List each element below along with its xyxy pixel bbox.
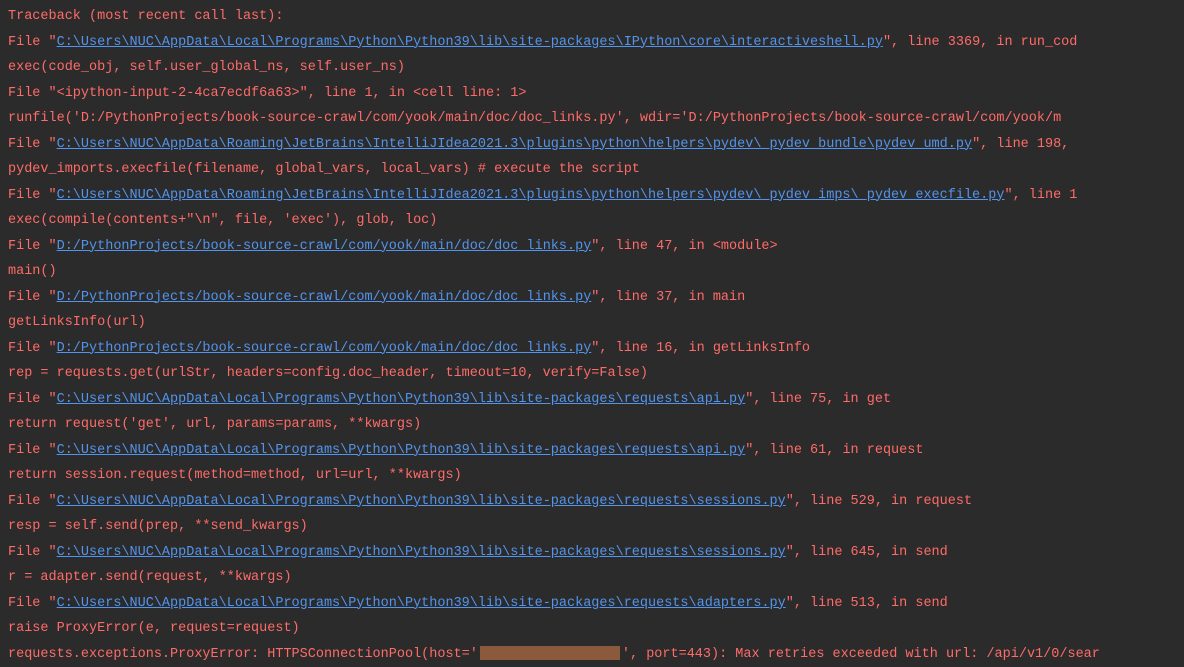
file-prefix: File " [8,137,57,152]
file-suffix: ", line 645, in send [786,545,948,560]
traceback-frame-code: main() [8,259,1176,285]
traceback-frame-file: File "C:\Users\NUC\AppData\Local\Program… [8,591,1176,617]
file-suffix: ", line 16, in getLinksInfo [591,341,810,356]
file-suffix: ", line 3369, in run_cod [883,35,1077,50]
file-prefix: File " [8,443,57,458]
traceback-container: Traceback (most recent call last): File … [8,4,1176,667]
traceback-frame-file: File "C:\Users\NUC\AppData\Local\Program… [8,387,1176,413]
file-path-link[interactable]: C:\Users\NUC\AppData\Local\Programs\Pyth… [57,443,746,458]
traceback-frame-file: File "C:\Users\NUC\AppData\Local\Program… [8,489,1176,515]
traceback-frame-file: File "C:\Users\NUC\AppData\Local\Program… [8,438,1176,464]
file-path-link[interactable]: C:\Users\NUC\AppData\Roaming\JetBrains\I… [57,137,972,152]
file-prefix: File " [8,494,57,509]
traceback-frame-file: File "C:\Users\NUC\AppData\Roaming\JetBr… [8,132,1176,158]
file-suffix: ", line 75, in get [745,392,891,407]
traceback-frame-code: rep = requests.get(urlStr, headers=confi… [8,361,1176,387]
file-suffix: ", line 513, in send [786,596,948,611]
file-path-link[interactable]: D:/PythonProjects/book-source-crawl/com/… [57,341,592,356]
file-path-link[interactable]: C:\Users\NUC\AppData\Local\Programs\Pyth… [57,392,746,407]
file-suffix: ", line 47, in <module> [591,239,777,254]
file-suffix: ", line 198, [972,137,1069,152]
file-prefix: File " [8,392,57,407]
traceback-frame-file: File "D:/PythonProjects/book-source-craw… [8,234,1176,260]
traceback-frame-code: exec(compile(contents+"\n", file, 'exec'… [8,208,1176,234]
file-suffix: ", line 37, in main [591,290,745,305]
file-path-link[interactable]: C:\Users\NUC\AppData\Local\Programs\Pyth… [57,596,786,611]
file-prefix: File " [8,545,57,560]
file-path-link[interactable]: D:/PythonProjects/book-source-crawl/com/… [57,239,592,254]
traceback-frame-code: raise ProxyError(e, request=request) [8,616,1176,642]
traceback-frame-file: File "<ipython-input-2-4ca7ecdf6a63>", l… [8,81,1176,107]
traceback-frame-code: exec(code_obj, self.user_global_ns, self… [8,55,1176,81]
file-suffix: ", line 529, in request [786,494,972,509]
traceback-frame-code: return request('get', url, params=params… [8,412,1176,438]
traceback-frame-file: File "C:\Users\NUC\AppData\Roaming\JetBr… [8,183,1176,209]
file-path-link[interactable]: C:\Users\NUC\AppData\Roaming\JetBrains\I… [57,188,1005,203]
traceback-frame-file: File "C:\Users\NUC\AppData\Local\Program… [8,540,1176,566]
file-prefix: File " [8,35,57,50]
file-path-link[interactable]: D:/PythonProjects/book-source-crawl/com/… [57,290,592,305]
traceback-header: Traceback (most recent call last): [8,4,1176,30]
traceback-frame-file: File "D:/PythonProjects/book-source-craw… [8,285,1176,311]
file-path-link[interactable]: C:\Users\NUC\AppData\Local\Programs\Pyth… [57,494,786,509]
file-path-link[interactable]: C:\Users\NUC\AppData\Local\Programs\Pyth… [57,35,883,50]
exception-line: requests.exceptions.ProxyError: HTTPSCon… [8,642,1176,667]
file-prefix: File " [8,341,57,356]
file-path-link[interactable]: C:\Users\NUC\AppData\Local\Programs\Pyth… [57,545,786,560]
file-suffix: ", line 1 [1004,188,1077,203]
traceback-frame-code: runfile('D:/PythonProjects/book-source-c… [8,106,1176,132]
traceback-frame-file: File "D:/PythonProjects/book-source-craw… [8,336,1176,362]
traceback-frame-code: resp = self.send(prep, **send_kwargs) [8,514,1176,540]
traceback-frame-code: r = adapter.send(request, **kwargs) [8,565,1176,591]
file-prefix: File " [8,596,57,611]
file-prefix: File " [8,188,57,203]
file-prefix: File " [8,239,57,254]
file-suffix: ", line 61, in request [745,443,923,458]
censored-host [480,646,620,660]
file-prefix: File " [8,290,57,305]
traceback-frame-code: return session.request(method=method, ur… [8,463,1176,489]
traceback-frame-file: File "C:\Users\NUC\AppData\Local\Program… [8,30,1176,56]
traceback-frame-code: getLinksInfo(url) [8,310,1176,336]
traceback-frame-code: pydev_imports.execfile(filename, global_… [8,157,1176,183]
file-prefix: File "<ipython-input-2-4ca7ecdf6a63>", l… [8,86,526,101]
exception-prefix: requests.exceptions.ProxyError: HTTPSCon… [8,647,478,662]
exception-suffix: ', port=443): Max retries exceeded with … [622,647,1100,662]
